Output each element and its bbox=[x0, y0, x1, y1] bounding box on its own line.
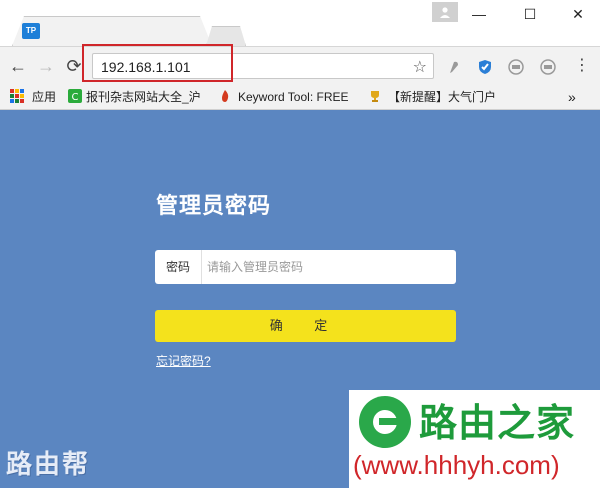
browser-tab[interactable] bbox=[12, 16, 212, 46]
bookmark-star-icon[interactable]: ☆ bbox=[413, 57, 427, 77]
brand-logo-icon bbox=[359, 396, 411, 448]
confirm-button[interactable]: 确 定 bbox=[155, 310, 456, 342]
bookmarks-overflow-button[interactable]: » bbox=[568, 89, 576, 105]
new-tab-button[interactable] bbox=[206, 26, 246, 46]
extension-shield-icon[interactable] bbox=[477, 59, 493, 75]
watermark-brand: 路由之家 bbox=[419, 403, 576, 445]
address-highlight-box bbox=[82, 44, 233, 82]
close-window-button[interactable]: ✕ bbox=[563, 4, 593, 24]
bookmark-item-1[interactable]: 报刊杂志网站大全_沪 bbox=[86, 89, 201, 105]
watermark-left: 路由帮 bbox=[6, 449, 91, 479]
profile-button[interactable] bbox=[432, 2, 458, 22]
forgot-password-link[interactable]: 忘记密码? bbox=[156, 352, 211, 369]
bookmarks-bar: 应用 C 报刊杂志网站大全_沪 Keyword Tool: FREE 【新提醒】… bbox=[0, 84, 600, 110]
page-title: 管理员密码 bbox=[156, 193, 272, 218]
password-input[interactable] bbox=[207, 258, 447, 276]
bookmark-item-2[interactable]: Keyword Tool: FREE bbox=[238, 89, 349, 105]
forward-button[interactable]: → bbox=[36, 56, 56, 76]
user-icon bbox=[440, 7, 450, 18]
bookmark-favicon-icon: C bbox=[68, 89, 82, 103]
password-label: 密码 bbox=[155, 250, 202, 284]
extension-circle-icon-2[interactable] bbox=[540, 59, 556, 75]
browser-menu-button[interactable]: ⋮ bbox=[572, 56, 592, 76]
maximize-button[interactable]: ☐ bbox=[515, 4, 545, 24]
back-button[interactable]: ← bbox=[8, 56, 28, 76]
password-field: 密码 bbox=[155, 250, 456, 284]
trophy-icon bbox=[371, 91, 379, 102]
title-bar: TP — ☐ ✕ bbox=[0, 0, 600, 46]
watermark-url: (www.hhhyh.com) bbox=[353, 450, 560, 480]
bookmark-apps[interactable]: 应用 bbox=[32, 89, 56, 105]
extension-circle-icon[interactable] bbox=[508, 59, 524, 75]
minimize-button[interactable]: — bbox=[464, 4, 494, 24]
apps-grid-icon bbox=[10, 89, 24, 103]
reload-button[interactable]: ⟳ bbox=[64, 56, 84, 76]
extension-feather-icon[interactable] bbox=[446, 59, 462, 75]
watermark-right: 路由之家 (www.hhhyh.com) bbox=[349, 390, 600, 488]
bookmark-item-3[interactable]: 【新提醒】大气门户 bbox=[388, 89, 496, 105]
flame-icon bbox=[222, 90, 229, 102]
svg-text:C: C bbox=[72, 92, 79, 103]
tp-link-favicon-icon: TP bbox=[22, 23, 40, 39]
